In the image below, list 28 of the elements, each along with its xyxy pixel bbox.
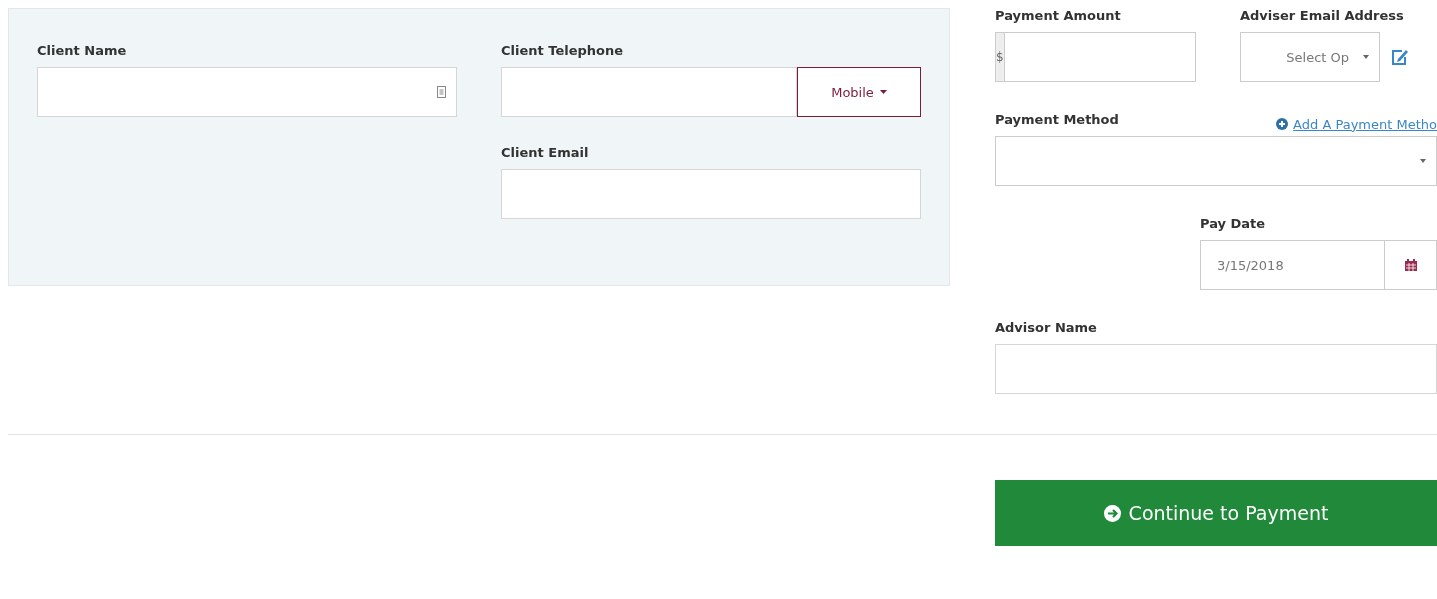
field-label: Pay Date bbox=[1200, 216, 1267, 231]
plus-circle-icon bbox=[1276, 118, 1289, 130]
field-label: Client Telephone bbox=[501, 43, 625, 58]
field-label: Payment Method bbox=[995, 112, 1119, 127]
continue-to-payment-button[interactable]: Continue to Payment bbox=[995, 480, 1437, 546]
caret-icon bbox=[879, 90, 887, 94]
client-email-field[interactable] bbox=[501, 169, 921, 219]
payment-method-select[interactable] bbox=[995, 136, 1437, 186]
field-label: Adviser Email Address bbox=[1240, 8, 1405, 23]
advisor-email-select[interactable]: Select Op bbox=[1240, 32, 1380, 82]
edit-icon[interactable] bbox=[1390, 48, 1410, 66]
arrow-circle-icon bbox=[1103, 504, 1121, 522]
currency-addon: $ bbox=[996, 33, 1005, 81]
field-label: Payment Amount bbox=[995, 8, 1122, 23]
client-name-field[interactable] bbox=[37, 67, 457, 117]
payment-amount-field[interactable]: $ bbox=[995, 32, 1196, 82]
field-label: Advisor Name bbox=[995, 320, 1098, 335]
pay-date-field[interactable]: 3/15/2018 bbox=[1200, 240, 1437, 290]
caret-icon bbox=[1363, 55, 1369, 59]
client-telephone-field[interactable] bbox=[501, 67, 797, 117]
advisor-name-field[interactable] bbox=[995, 344, 1437, 394]
field-label: Client Name bbox=[37, 43, 128, 58]
calendar-icon bbox=[1404, 259, 1417, 271]
field-label: Client Email bbox=[501, 145, 590, 160]
phone-type-dropdown[interactable]: Mobile bbox=[797, 67, 921, 117]
add-payment-method-link[interactable]: Add A Payment Metho bbox=[1276, 112, 1437, 136]
caret-icon bbox=[1420, 159, 1426, 163]
contact-card-icon bbox=[437, 86, 446, 98]
